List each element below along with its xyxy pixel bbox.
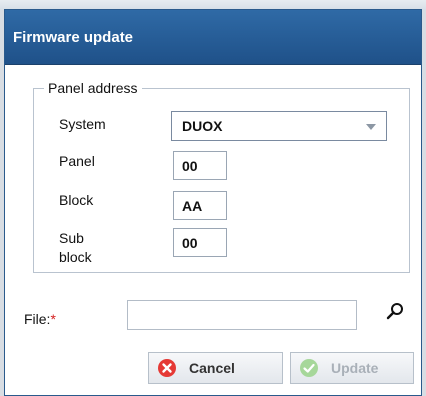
block-input-value: AA <box>182 197 203 214</box>
sub-block-label-line1: Sub <box>59 230 84 246</box>
sub-block-label-line2: block <box>59 249 92 265</box>
file-input[interactable] <box>127 300 357 330</box>
search-icon[interactable] <box>384 301 406 323</box>
required-marker: * <box>50 311 56 327</box>
panel-label: Panel <box>59 153 95 169</box>
sub-block-input[interactable]: 00 <box>173 228 227 257</box>
update-button-label: Update <box>331 360 379 376</box>
cancel-button[interactable]: Cancel <box>148 352 283 384</box>
close-icon <box>158 359 176 377</box>
dialog-title: Firmware update <box>13 28 134 46</box>
file-label: File:* <box>24 311 56 327</box>
chevron-down-icon[interactable] <box>366 124 376 130</box>
file-label-text: File: <box>24 311 51 327</box>
cancel-button-label: Cancel <box>189 360 235 376</box>
dialog-titlebar[interactable]: Firmware update <box>5 10 421 65</box>
system-select-value: DUOX <box>182 118 223 134</box>
panel-input[interactable]: 00 <box>173 151 227 180</box>
block-input[interactable]: AA <box>173 191 227 220</box>
check-icon <box>300 359 318 377</box>
panel-address-legend: Panel address <box>48 80 138 96</box>
sub-block-input-value: 00 <box>182 234 198 251</box>
system-label: System <box>59 116 106 132</box>
update-button[interactable]: Update <box>290 352 414 384</box>
panel-input-value: 00 <box>182 157 198 174</box>
system-select[interactable]: DUOX <box>171 111 387 141</box>
block-label: Block <box>59 192 94 208</box>
